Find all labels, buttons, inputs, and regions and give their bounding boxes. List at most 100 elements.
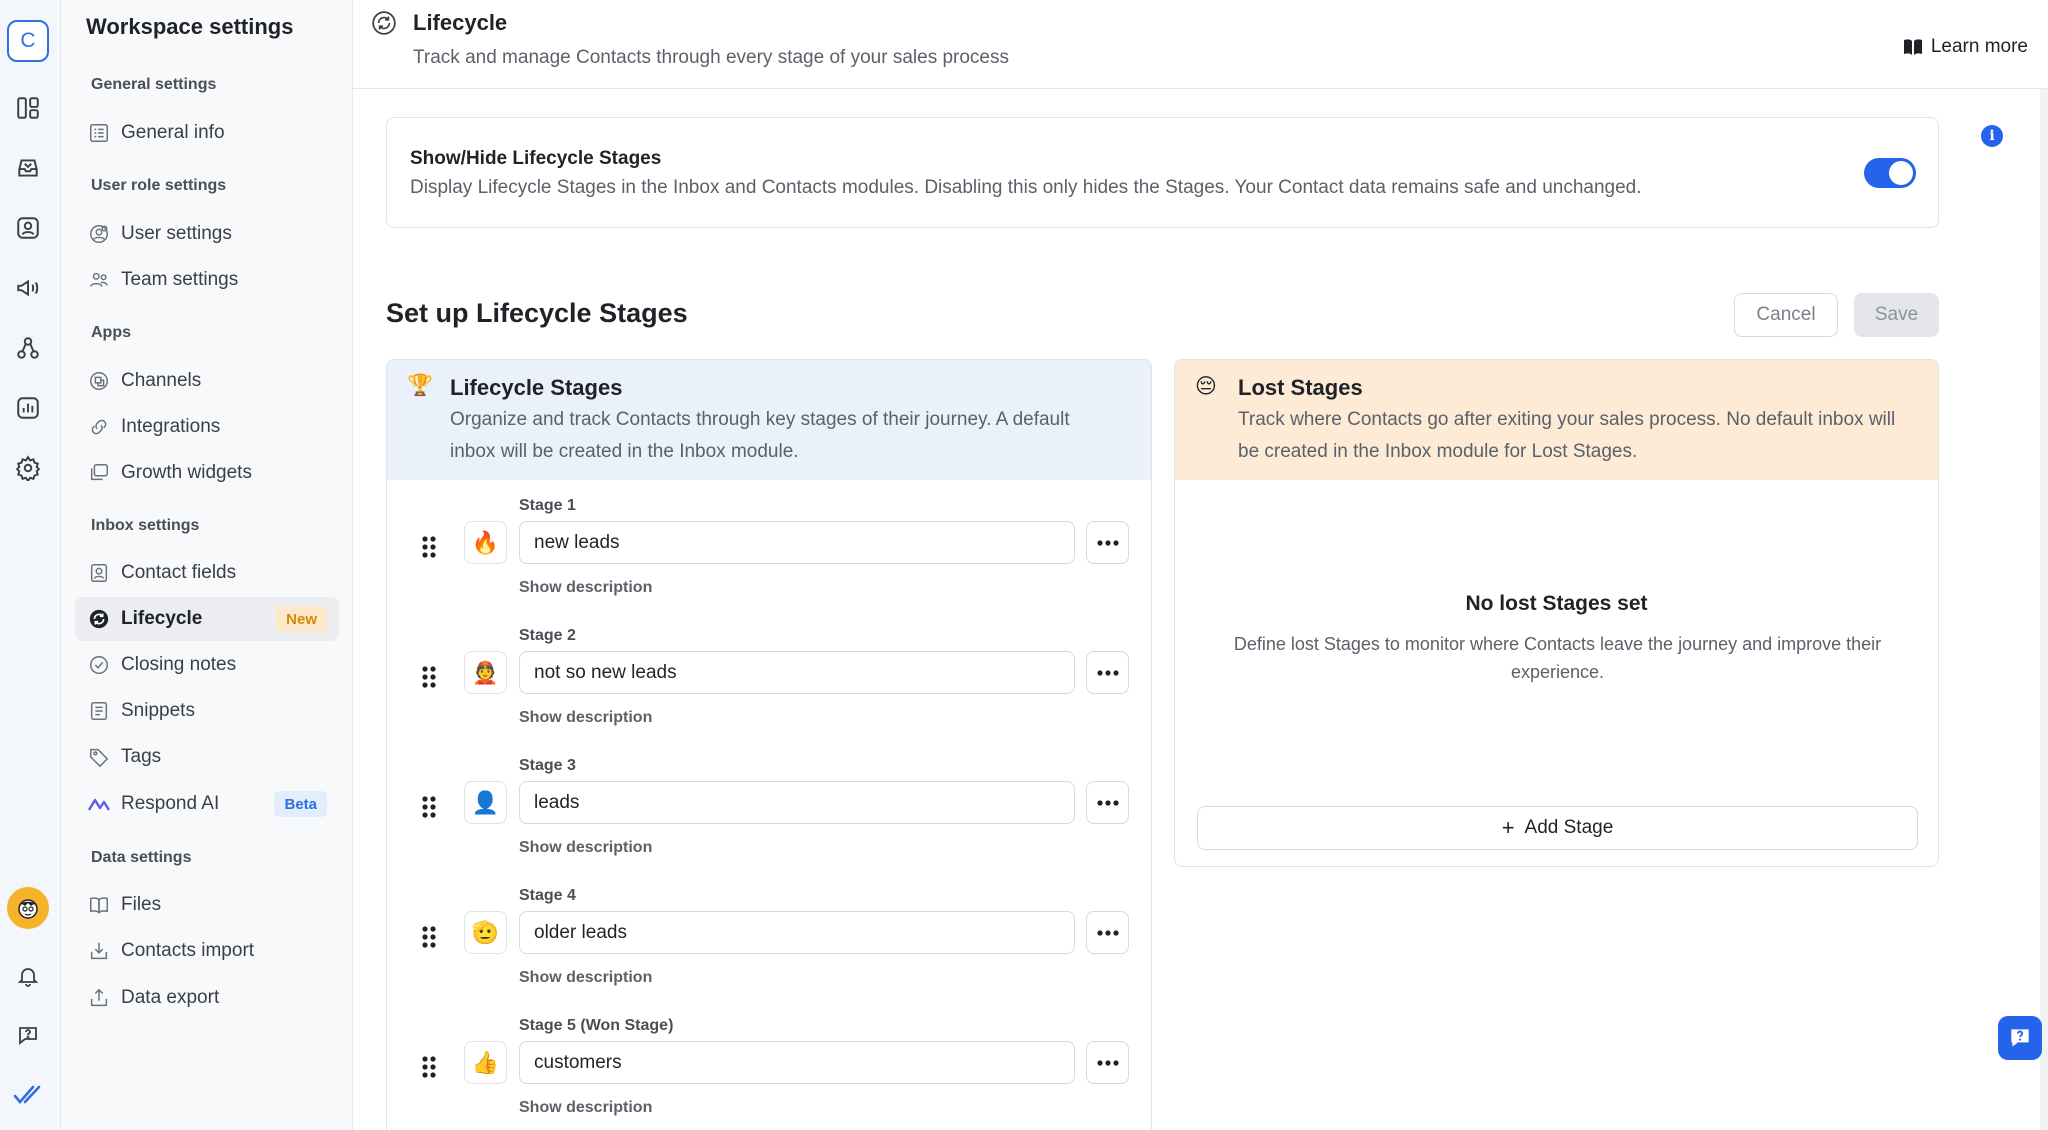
channels-icon bbox=[87, 369, 111, 393]
sidebar-item-snippets[interactable]: Snippets bbox=[75, 689, 339, 733]
new-badge: New bbox=[276, 606, 327, 632]
section-general-settings: General settings bbox=[91, 76, 217, 93]
sidebar-item-team-settings[interactable]: Team settings bbox=[75, 258, 339, 302]
drag-handle-icon[interactable] bbox=[421, 1055, 437, 1079]
stage-emoji-picker[interactable]: 👍 bbox=[464, 1041, 507, 1084]
lost-panel-description: Track where Contacts go after exiting yo… bbox=[1238, 409, 1896, 462]
sidebar-item-label: Team settings bbox=[121, 269, 239, 290]
help-chat-icon[interactable] bbox=[12, 1019, 44, 1051]
add-stage-label: Add Stage bbox=[1524, 817, 1614, 838]
learn-more-label: Learn more bbox=[1930, 36, 2028, 57]
stage-name-input[interactable] bbox=[519, 911, 1075, 954]
stage-name-input[interactable] bbox=[519, 651, 1075, 694]
sidebar-item-user-settings[interactable]: User settings bbox=[75, 212, 339, 256]
workspace-logo[interactable]: C bbox=[7, 20, 49, 62]
sidebar-item-label: Lifecycle bbox=[121, 608, 203, 629]
stage-emoji-picker[interactable]: 👲 bbox=[464, 651, 507, 694]
stage-label: Stage 2 bbox=[519, 627, 576, 644]
stage-more-button[interactable] bbox=[1086, 521, 1129, 564]
page-subtitle: Track and manage Contacts through every … bbox=[413, 47, 1009, 68]
stage-label: Stage 1 bbox=[519, 497, 576, 514]
sidebar-item-closing-notes[interactable]: Closing notes bbox=[75, 643, 339, 687]
link-icon bbox=[87, 415, 111, 439]
stage-name-input[interactable] bbox=[519, 521, 1075, 564]
notifications-bell-icon[interactable] bbox=[12, 960, 44, 992]
sidebar-item-general-info[interactable]: General info bbox=[75, 111, 339, 155]
learn-more-link[interactable]: Learn more bbox=[1903, 36, 2028, 58]
page-header: Lifecycle Track and manage Contacts thro… bbox=[353, 0, 2048, 89]
layout-icon[interactable] bbox=[12, 92, 44, 124]
sidebar-item-data-export[interactable]: Data export bbox=[75, 976, 339, 1020]
sidebar-title: Workspace settings bbox=[86, 14, 294, 39]
add-stage-button[interactable]: + Add Stage bbox=[1197, 806, 1918, 850]
drag-handle-icon[interactable] bbox=[421, 795, 437, 819]
sidebar-item-lifecycle[interactable]: Lifecycle New bbox=[75, 597, 339, 641]
empty-state-description: Define lost Stages to monitor where Cont… bbox=[1233, 634, 1882, 682]
settings-gear-icon[interactable] bbox=[12, 452, 44, 484]
more-dots-icon bbox=[1096, 929, 1119, 936]
drag-handle-icon[interactable] bbox=[421, 535, 437, 559]
sidebar-item-label: Contact fields bbox=[121, 562, 237, 583]
show-description-link[interactable]: Show description bbox=[519, 839, 652, 857]
cancel-button[interactable]: Cancel bbox=[1734, 293, 1838, 337]
stage-more-button[interactable] bbox=[1086, 781, 1129, 824]
lifecycle-panel-description: Organize and track Contacts through key … bbox=[450, 409, 1070, 462]
team-icon bbox=[87, 268, 111, 292]
reports-icon[interactable] bbox=[12, 392, 44, 424]
stage-emoji-picker[interactable]: 🫡 bbox=[464, 911, 507, 954]
save-button[interactable]: Save bbox=[1854, 293, 1939, 337]
stage-label: Stage 4 bbox=[519, 887, 576, 904]
more-dots-icon bbox=[1096, 799, 1119, 806]
info-grid-icon bbox=[87, 121, 111, 145]
sidebar-item-contact-fields[interactable]: Contact fields bbox=[75, 551, 339, 595]
widget-icon bbox=[87, 461, 111, 485]
sidebar-item-channels[interactable]: Channels bbox=[75, 359, 339, 403]
drag-handle-icon[interactable] bbox=[421, 925, 437, 949]
stage-name-input[interactable] bbox=[519, 1041, 1075, 1084]
page-title: Lifecycle bbox=[413, 10, 508, 35]
stage-more-button[interactable] bbox=[1086, 651, 1129, 694]
info-icon[interactable]: i bbox=[1981, 125, 2003, 147]
sidebar-item-label: Closing notes bbox=[121, 654, 237, 675]
show-description-link[interactable]: Show description bbox=[519, 969, 652, 987]
contacts-icon[interactable] bbox=[12, 212, 44, 244]
show-description-link[interactable]: Show description bbox=[519, 579, 652, 597]
toggle-knob bbox=[1889, 161, 1913, 185]
tag-icon bbox=[87, 745, 111, 769]
scrollbar[interactable] bbox=[2040, 89, 2048, 1130]
contact-card-icon bbox=[87, 561, 111, 585]
open-book-icon bbox=[1903, 38, 1923, 56]
drag-handle-icon[interactable] bbox=[421, 665, 437, 689]
app-rail: C bbox=[0, 0, 61, 1130]
lifecycle-icon bbox=[87, 607, 111, 631]
brand-check-icon bbox=[12, 1079, 44, 1111]
show-description-link[interactable]: Show description bbox=[519, 1099, 652, 1117]
show-description-link[interactable]: Show description bbox=[519, 709, 652, 727]
lifecycle-stages-panel: 🏆 Lifecycle Stages Organize and track Co… bbox=[386, 359, 1152, 1130]
sidebar-item-growth-widgets[interactable]: Growth widgets bbox=[75, 451, 339, 495]
stage-row: Stage 1 🔥 Show description bbox=[387, 497, 1151, 627]
stage-emoji-picker[interactable]: 👤 bbox=[464, 781, 507, 824]
inbox-icon[interactable] bbox=[12, 152, 44, 184]
sidebar-item-contacts-import[interactable]: Contacts import bbox=[75, 929, 339, 973]
stage-more-button[interactable] bbox=[1086, 1041, 1129, 1084]
stage-name-input[interactable] bbox=[519, 781, 1075, 824]
section-user-role-settings: User role settings bbox=[91, 177, 227, 194]
trophy-icon: 🏆 bbox=[407, 374, 434, 397]
sidebar-item-label: User settings bbox=[121, 223, 232, 244]
sidebar-item-files[interactable]: Files bbox=[75, 883, 339, 927]
support-chat-button[interactable] bbox=[1998, 1016, 2042, 1060]
snippet-icon bbox=[87, 699, 111, 723]
lost-panel-title: Lost Stages bbox=[1238, 375, 1363, 400]
stage-more-button[interactable] bbox=[1086, 911, 1129, 954]
stage-emoji-picker[interactable]: 🔥 bbox=[464, 521, 507, 564]
user-avatar[interactable] bbox=[7, 887, 49, 929]
broadcast-icon[interactable] bbox=[12, 272, 44, 304]
workflows-icon[interactable] bbox=[12, 332, 44, 364]
sidebar-item-respond-ai[interactable]: Respond AI Beta bbox=[75, 782, 339, 826]
book-icon bbox=[87, 893, 111, 917]
more-dots-icon bbox=[1096, 539, 1119, 546]
show-lifecycle-stages-toggle[interactable] bbox=[1864, 158, 1916, 188]
sidebar-item-tags[interactable]: Tags bbox=[75, 735, 339, 779]
sidebar-item-integrations[interactable]: Integrations bbox=[75, 405, 339, 449]
